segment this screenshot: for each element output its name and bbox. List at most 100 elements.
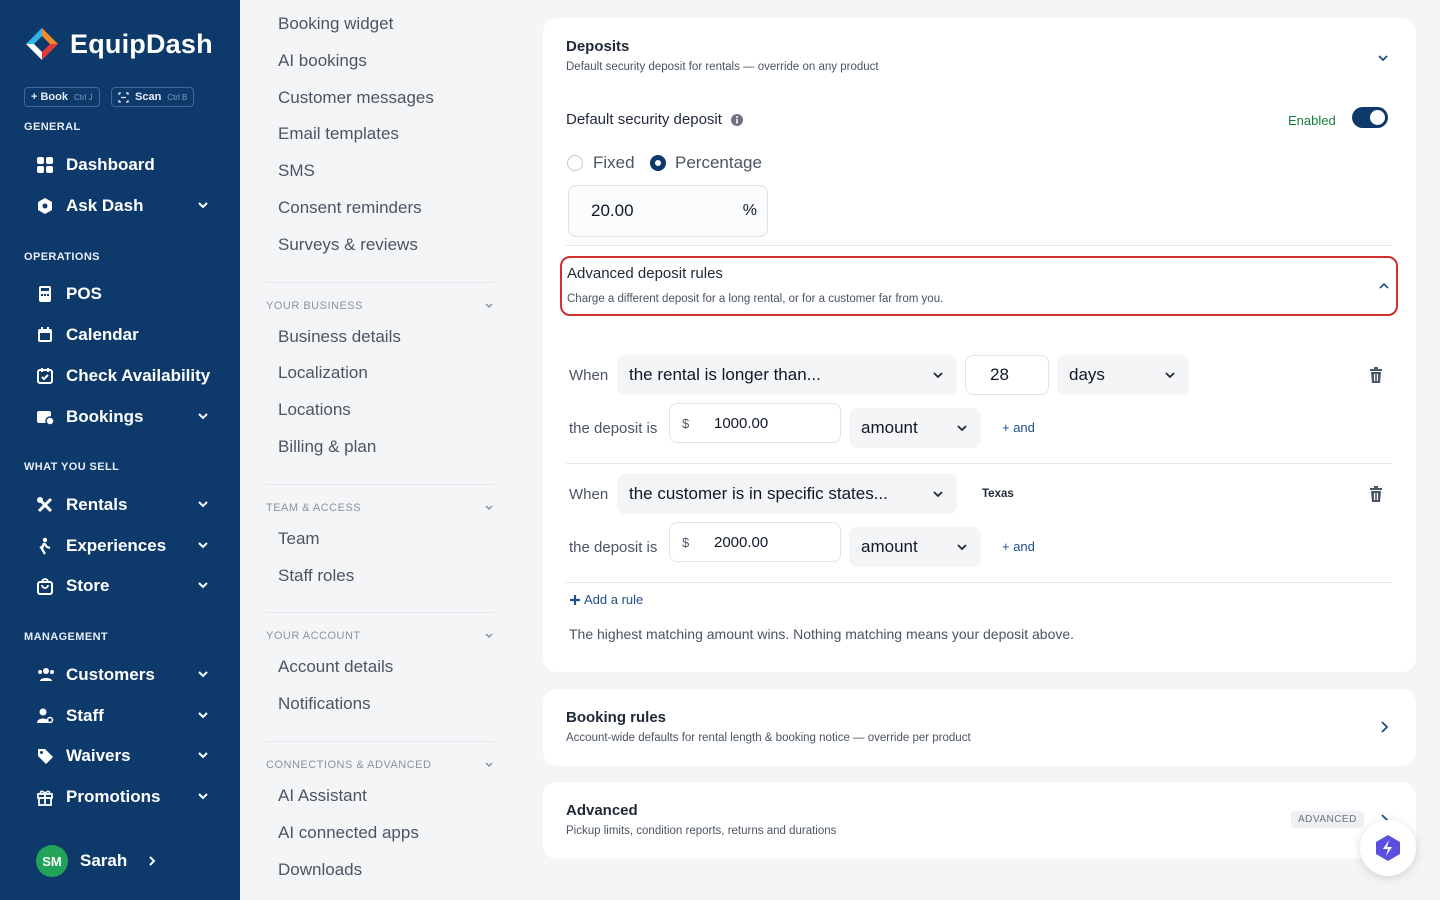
- advanced-deposit-rules-header[interactable]: Advanced deposit rules Charge a differen…: [560, 256, 1398, 316]
- rule-deposit-label: the deposit is: [569, 539, 658, 556]
- rule-condition-select[interactable]: the rental is longer than...: [617, 355, 957, 395]
- settings-item-business-details[interactable]: Business details: [278, 327, 401, 347]
- rule-amount-type-select[interactable]: amount: [849, 408, 981, 448]
- trash-icon[interactable]: [1369, 367, 1383, 383]
- radio-fixed[interactable]: Fixed: [567, 153, 635, 173]
- user-profile-button[interactable]: SM Sarah: [36, 845, 159, 877]
- chevron-down-icon: [485, 303, 493, 309]
- chevron-down-icon: [198, 413, 208, 420]
- quick-book-button[interactable]: + Book Ctrl J: [24, 87, 100, 107]
- brand-name: EquipDash: [70, 28, 213, 59]
- assistant-fab[interactable]: [1360, 820, 1416, 876]
- rule-amount-value: 1000.00: [714, 415, 769, 432]
- advanced-card[interactable]: Advanced Pickup limits, condition report…: [543, 782, 1416, 859]
- state-tag[interactable]: Texas: [976, 486, 1020, 502]
- section-what-you-sell: WHAT YOU SELL: [24, 461, 120, 473]
- deposit-enabled-toggle[interactable]: [1352, 107, 1388, 128]
- quick-book-label: + Book: [31, 91, 68, 103]
- sidebar-item-check-availability[interactable]: Check Availability: [24, 361, 220, 391]
- group-your-business[interactable]: YOUR BUSINESS: [266, 300, 494, 312]
- rule-amount-input[interactable]: $ 1000.00: [669, 403, 841, 443]
- settings-item-downloads[interactable]: Downloads: [278, 860, 362, 880]
- sidebar-item-store[interactable]: Store: [24, 571, 220, 601]
- sidebar-item-label: Promotions: [66, 787, 161, 806]
- group-title: CONNECTIONS & ADVANCED: [266, 759, 432, 771]
- calendar-icon: [38, 327, 52, 342]
- deposit-value: 20.00: [591, 201, 634, 220]
- register-icon: [39, 286, 51, 302]
- booking-rules-card[interactable]: Booking rules Account-wide defaults for …: [543, 689, 1416, 766]
- advanced-badge: ADVANCED: [1291, 811, 1364, 828]
- chevron-down-icon: [198, 542, 208, 549]
- settings-item-email-templates[interactable]: Email templates: [278, 124, 399, 144]
- sidebar-item-ask-dash[interactable]: Ask Dash: [24, 191, 220, 221]
- settings-item-notifications[interactable]: Notifications: [278, 694, 371, 714]
- currency-symbol: $: [682, 416, 690, 431]
- sidebar-item-bookings[interactable]: Bookings: [24, 402, 220, 432]
- chevron-down-icon: [198, 501, 208, 508]
- settings-item-customer-messages[interactable]: Customer messages: [278, 88, 434, 108]
- lightning-hexagon-icon: [1376, 835, 1400, 861]
- sidebar-item-dashboard[interactable]: Dashboard: [24, 150, 220, 180]
- scan-icon: [118, 91, 129, 103]
- percent-unit: %: [742, 202, 757, 219]
- sidebar-item-experiences[interactable]: Experiences: [24, 531, 220, 561]
- group-your-account[interactable]: YOUR ACCOUNT: [266, 630, 494, 642]
- settings-item-consent-reminders[interactable]: Consent reminders: [278, 198, 422, 218]
- deposit-value-input[interactable]: 20.00 %: [568, 185, 768, 237]
- rule-add-and-link[interactable]: + and: [1002, 420, 1035, 435]
- settings-item-locations[interactable]: Locations: [278, 400, 351, 420]
- sidebar-item-promotions[interactable]: Promotions: [24, 782, 220, 812]
- sidebar-item-waivers[interactable]: Waivers: [24, 741, 220, 771]
- chevron-down-icon: [198, 712, 208, 719]
- settings-item-team[interactable]: Team: [278, 529, 320, 549]
- sidebar-item-customers[interactable]: Customers: [24, 660, 220, 690]
- settings-item-ai-connected-apps[interactable]: AI connected apps: [278, 823, 419, 843]
- sidebar-item-pos[interactable]: POS: [24, 279, 220, 309]
- default-deposit-row: Default security deposit: [566, 111, 744, 128]
- sidebar-item-label: Calendar: [66, 325, 139, 344]
- advanced-subtitle: Pickup limits, condition reports, return…: [566, 825, 837, 837]
- group-team-access[interactable]: TEAM & ACCESS: [266, 502, 494, 514]
- sidebar-item-rentals[interactable]: Rentals: [24, 490, 220, 520]
- settings-item-billing-plan[interactable]: Billing & plan: [278, 437, 376, 457]
- sidebar-item-calendar[interactable]: Calendar: [24, 320, 220, 350]
- settings-item-account-details[interactable]: Account details: [278, 657, 393, 677]
- radio-percentage[interactable]: Percentage: [650, 153, 762, 173]
- chevron-down-icon: [198, 793, 208, 800]
- currency-symbol: $: [682, 535, 690, 550]
- settings-item-localization[interactable]: Localization: [278, 363, 368, 383]
- chevron-down-icon: [933, 372, 943, 379]
- rule-number-input[interactable]: 28: [965, 355, 1049, 395]
- settings-item-surveys-reviews[interactable]: Surveys & reviews: [278, 235, 418, 255]
- settings-item-booking-widget[interactable]: Booking widget: [278, 14, 393, 34]
- advanced-title: Advanced: [566, 802, 638, 819]
- add-rule-button[interactable]: Add a rule: [569, 592, 643, 607]
- quick-scan-button[interactable]: Scan Ctrl B: [111, 87, 195, 107]
- divider: [266, 484, 494, 485]
- group-connections[interactable]: CONNECTIONS & ADVANCED: [266, 759, 494, 771]
- avatar: SM: [36, 845, 68, 877]
- info-icon[interactable]: [730, 113, 744, 127]
- rule-condition-select[interactable]: the customer is in specific states...: [617, 474, 957, 514]
- brand-logo[interactable]: EquipDash: [24, 26, 213, 62]
- settings-item-staff-roles[interactable]: Staff roles: [278, 566, 354, 586]
- rule-add-and-link[interactable]: + and: [1002, 539, 1035, 554]
- rule-period-select[interactable]: days: [1057, 355, 1189, 395]
- section-operations: OPERATIONS: [24, 251, 100, 263]
- settings-item-ai-assistant[interactable]: AI Assistant: [278, 786, 367, 806]
- deposits-title: Deposits: [566, 38, 630, 55]
- rule-amount-type-value: amount: [861, 418, 918, 437]
- chevron-up-icon: [1379, 282, 1389, 289]
- trash-icon[interactable]: [1369, 486, 1383, 502]
- chevron-down-icon[interactable]: [1376, 51, 1390, 65]
- settings-item-sms[interactable]: SMS: [278, 161, 315, 181]
- rule-when-label: When: [569, 367, 609, 384]
- rule-amount-type-select[interactable]: amount: [849, 527, 981, 567]
- rule-amount-input[interactable]: $ 2000.00: [669, 522, 841, 562]
- sidebar-item-staff[interactable]: Staff: [24, 701, 220, 731]
- settings-item-ai-bookings[interactable]: AI bookings: [278, 51, 367, 71]
- deposits-card: Deposits Default security deposit for re…: [543, 18, 1416, 672]
- booking-rules-subtitle: Account-wide defaults for rental length …: [566, 732, 971, 744]
- sidebar-item-label: POS: [66, 284, 102, 303]
